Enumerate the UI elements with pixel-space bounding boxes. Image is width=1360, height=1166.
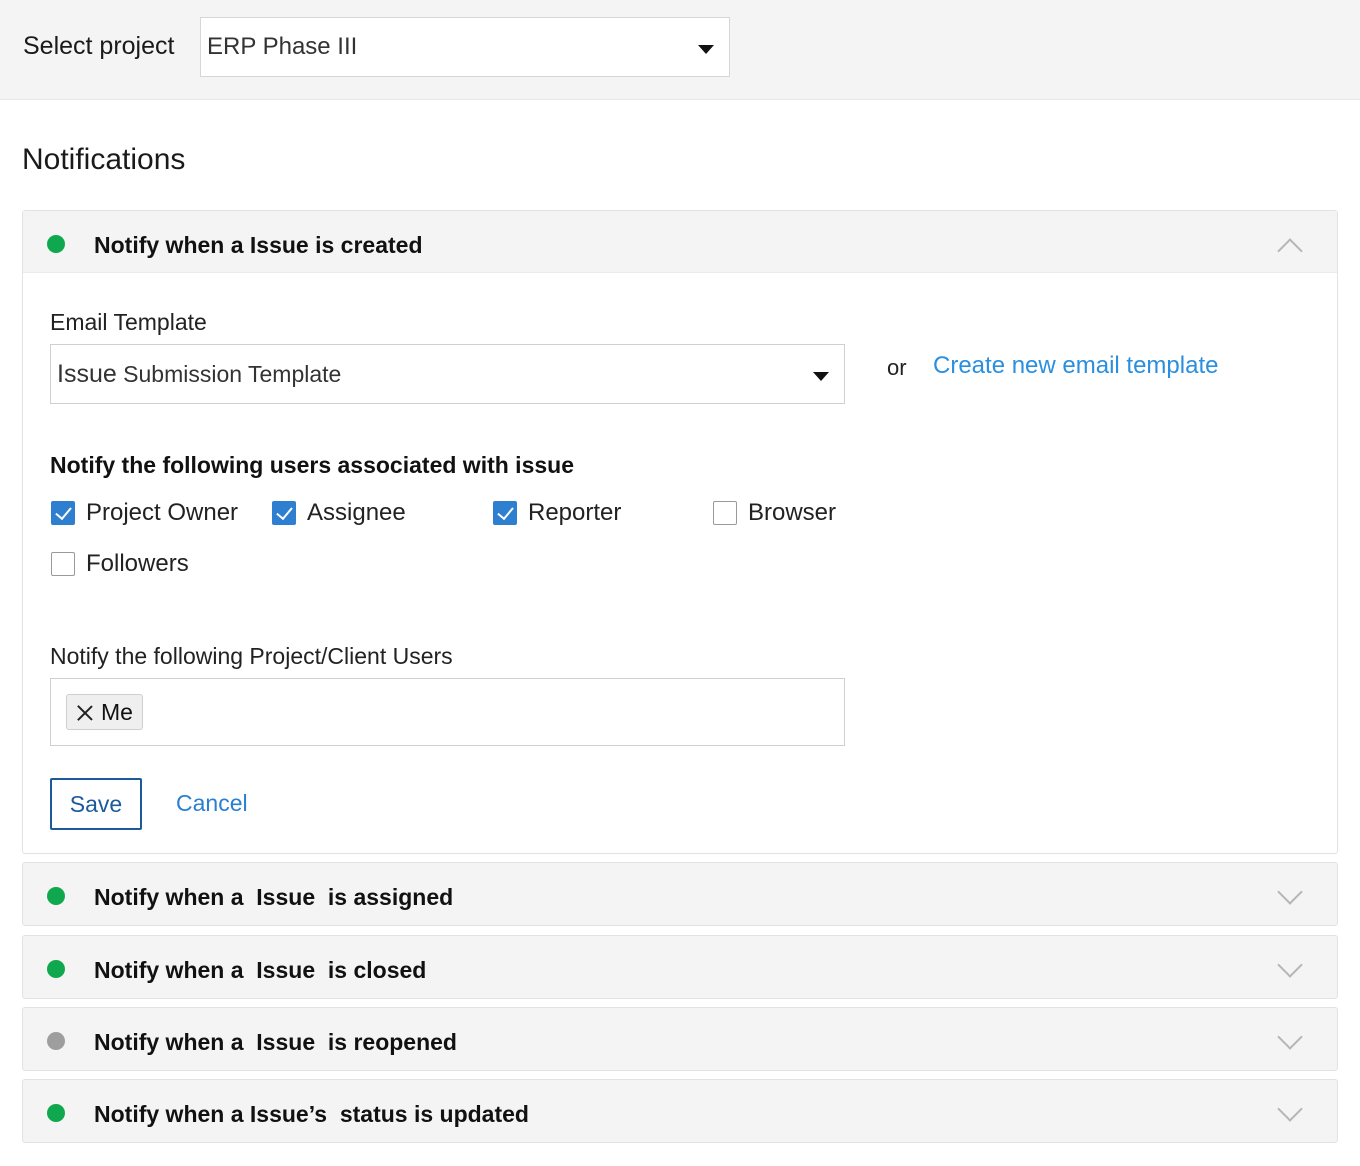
or-text: or — [887, 355, 907, 380]
panel-title: Notify when a Issue is closed — [94, 957, 427, 983]
cancel-button[interactable]: Cancel — [176, 790, 248, 817]
notification-panel-assigned[interactable]: Notify when a Issue is assigned — [22, 862, 1338, 926]
client-users-label: Notify the following Project/Client User… — [50, 643, 453, 669]
panel-header[interactable]: Notify when a Issue is created — [23, 211, 1337, 273]
chevron-down-icon[interactable] — [1277, 1024, 1303, 1050]
notification-panel-closed[interactable]: Notify when a Issue is closed — [22, 935, 1338, 999]
email-template-select[interactable]: Issue Submission Template — [50, 344, 845, 404]
caret-down-icon — [813, 372, 829, 381]
create-email-template-link[interactable]: Create new email template — [933, 352, 1218, 380]
checkbox-icon[interactable] — [493, 501, 517, 525]
status-dot-icon — [47, 960, 65, 978]
select-project-label: Select project — [23, 32, 175, 60]
close-icon[interactable] — [76, 704, 94, 722]
users-heading: Notify the following users associated wi… — [50, 452, 574, 478]
email-template-value: Issue Submission Template — [57, 360, 342, 388]
chevron-down-icon[interactable] — [1277, 879, 1303, 905]
chevron-up-icon[interactable] — [1277, 238, 1303, 264]
client-users-input[interactable]: Me — [50, 678, 845, 746]
checkbox-label: Browser — [748, 499, 837, 526]
status-dot-icon — [47, 887, 65, 905]
panel-title: Notify when a Issue is assigned — [94, 884, 454, 910]
checkbox-label: Followers — [86, 550, 189, 577]
page-title: Notifications — [22, 143, 186, 176]
checkbox-label: Assignee — [307, 499, 406, 526]
status-dot-icon — [47, 1032, 65, 1050]
notification-panel-created: Notify when a Issue is created Email Tem… — [22, 210, 1338, 854]
user-token-label: Me — [101, 699, 133, 725]
chevron-down-icon[interactable] — [1277, 952, 1303, 978]
status-dot-icon — [47, 1104, 65, 1122]
checkbox-label: Reporter — [528, 499, 622, 526]
email-template-label: Email Template — [50, 309, 207, 335]
panel-title: Notify when a Issue is created — [94, 232, 423, 258]
checkbox-label: Project Owner — [86, 499, 239, 526]
project-bar: Select project ERP Phase III — [0, 0, 1360, 100]
panel-title: Notify when a Issue is reopened — [94, 1029, 457, 1055]
panel-title: Notify when a Issue’s status is updated — [94, 1101, 529, 1127]
user-token: Me — [66, 694, 143, 730]
caret-down-icon — [698, 45, 714, 54]
save-button[interactable]: Save — [50, 778, 142, 830]
checkbox-icon[interactable] — [51, 501, 75, 525]
chevron-down-icon[interactable] — [1277, 1096, 1303, 1122]
project-select[interactable]: ERP Phase III — [200, 17, 730, 77]
checkbox-icon[interactable] — [272, 501, 296, 525]
checkbox-icon[interactable] — [51, 552, 75, 576]
notification-panel-reopened[interactable]: Notify when a Issue is reopened — [22, 1007, 1338, 1071]
notification-panel-status-updated[interactable]: Notify when a Issue’s status is updated — [22, 1079, 1338, 1143]
status-dot-icon — [47, 235, 65, 253]
checkbox-icon[interactable] — [713, 501, 737, 525]
project-select-value: ERP Phase III — [207, 33, 358, 60]
